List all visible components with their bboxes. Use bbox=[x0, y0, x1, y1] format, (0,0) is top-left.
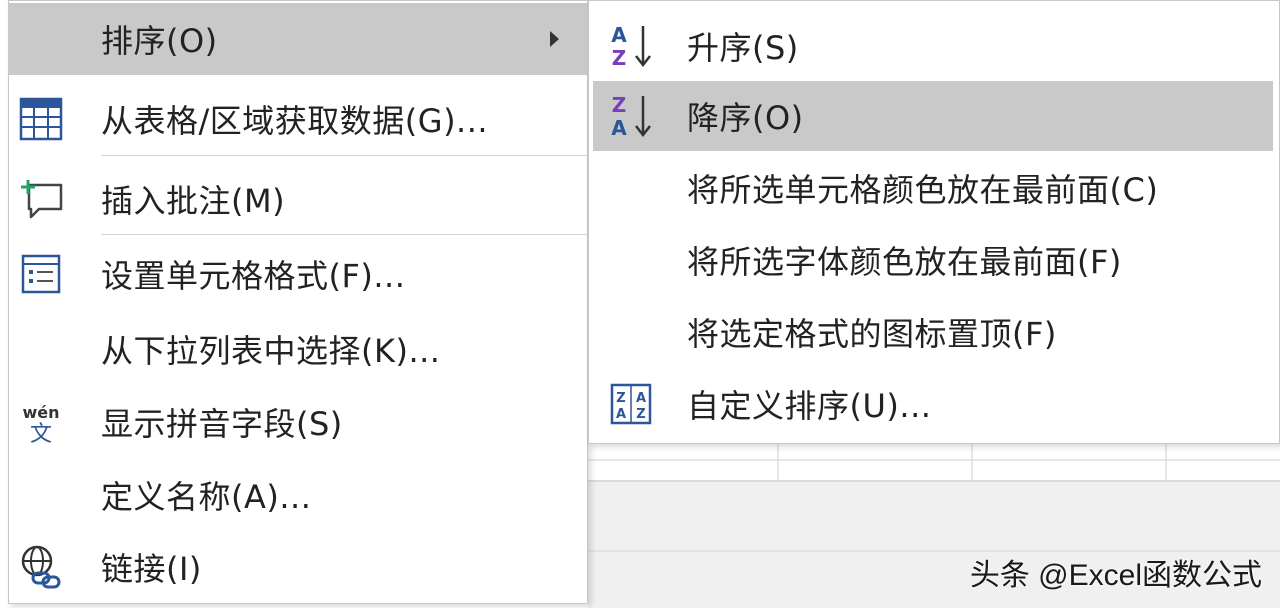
sort-ascending-item[interactable]: A Z 升序(S) bbox=[593, 11, 1273, 81]
table-icon bbox=[17, 95, 65, 143]
menu-item-show-phonetic-label: 显示拼音字段(S) bbox=[101, 405, 343, 443]
sort-icon-first-item[interactable]: 将选定格式的图标置顶(F) bbox=[593, 297, 1273, 367]
sort-font-color-first-label: 将所选字体颜色放在最前面(F) bbox=[687, 243, 1122, 281]
menu-separator bbox=[101, 234, 587, 235]
phonetic-wen-icon: wén 文 bbox=[17, 398, 65, 446]
sort-descending-item[interactable]: Z A 降序(O) bbox=[593, 81, 1273, 151]
menu-item-insert-comment[interactable]: 插入批注(M) bbox=[9, 163, 587, 235]
svg-text:Z: Z bbox=[612, 93, 627, 117]
custom-sort-label: 自定义排序(U)... bbox=[687, 387, 932, 425]
svg-text:Z: Z bbox=[636, 407, 645, 422]
menu-item-link[interactable]: 链接(I) bbox=[9, 531, 587, 603]
menu-item-pick-from-dropdown-label: 从下拉列表中选择(K)... bbox=[101, 332, 441, 370]
custom-sort-item[interactable]: Z A A Z 自定义排序(U)... bbox=[593, 369, 1273, 439]
svg-text:A: A bbox=[611, 116, 627, 140]
svg-text:wén: wén bbox=[22, 403, 59, 422]
format-cells-icon bbox=[17, 250, 65, 298]
sort-descending-icon: Z A bbox=[605, 90, 657, 142]
context-menu: 排序(O) 从表格/区域获取数据(G)... 插入批注(M) 设置单元格格式(F… bbox=[8, 0, 588, 604]
svg-text:A: A bbox=[611, 23, 627, 47]
sort-ascending-icon: A Z bbox=[605, 20, 657, 72]
menu-item-pick-from-dropdown[interactable]: 从下拉列表中选择(K)... bbox=[9, 313, 587, 385]
menu-item-format-cells[interactable]: 设置单元格格式(F)... bbox=[9, 238, 587, 310]
link-globe-icon bbox=[17, 543, 65, 591]
watermark: 头条 @Excel函数公式 bbox=[969, 559, 1262, 592]
sort-submenu: A Z 升序(S) Z A 降序(O) 将所选单元格颜色放在最前面(C) 将所选… bbox=[588, 0, 1280, 444]
menu-item-sort-label: 排序(O) bbox=[101, 22, 218, 60]
svg-text:Z: Z bbox=[612, 46, 627, 70]
sort-cell-color-first-label: 将所选单元格颜色放在最前面(C) bbox=[687, 171, 1159, 209]
menu-separator bbox=[101, 155, 587, 156]
excel-window: 排序(O) 从表格/区域获取数据(G)... 插入批注(M) 设置单元格格式(F… bbox=[0, 0, 1280, 608]
menu-item-sort[interactable]: 排序(O) bbox=[9, 3, 587, 75]
menu-item-link-label: 链接(I) bbox=[101, 550, 202, 588]
menu-item-get-data-label: 从表格/区域获取数据(G)... bbox=[101, 102, 489, 140]
menu-item-define-name[interactable]: 定义名称(A)... bbox=[9, 459, 587, 531]
sort-ascending-label: 升序(S) bbox=[687, 29, 799, 67]
menu-item-format-cells-label: 设置单元格格式(F)... bbox=[101, 257, 406, 295]
svg-text:A: A bbox=[636, 391, 646, 406]
submenu-arrow-icon bbox=[550, 31, 559, 47]
menu-item-define-name-label: 定义名称(A)... bbox=[101, 478, 312, 516]
sort-icon-first-label: 将选定格式的图标置顶(F) bbox=[687, 315, 1057, 353]
sort-font-color-first-item[interactable]: 将所选字体颜色放在最前面(F) bbox=[593, 225, 1273, 295]
sort-cell-color-first-item[interactable]: 将所选单元格颜色放在最前面(C) bbox=[593, 153, 1273, 223]
svg-text:文: 文 bbox=[30, 422, 52, 446]
sort-descending-label: 降序(O) bbox=[687, 99, 804, 137]
menu-item-insert-comment-label: 插入批注(M) bbox=[101, 182, 286, 220]
svg-text:A: A bbox=[616, 407, 626, 422]
svg-text:Z: Z bbox=[616, 391, 625, 406]
custom-sort-icon: Z A A Z bbox=[605, 378, 657, 430]
new-comment-icon bbox=[17, 175, 65, 223]
menu-item-show-phonetic[interactable]: wén 文 显示拼音字段(S) bbox=[9, 386, 587, 458]
menu-item-get-data-from-table[interactable]: 从表格/区域获取数据(G)... bbox=[9, 83, 587, 155]
